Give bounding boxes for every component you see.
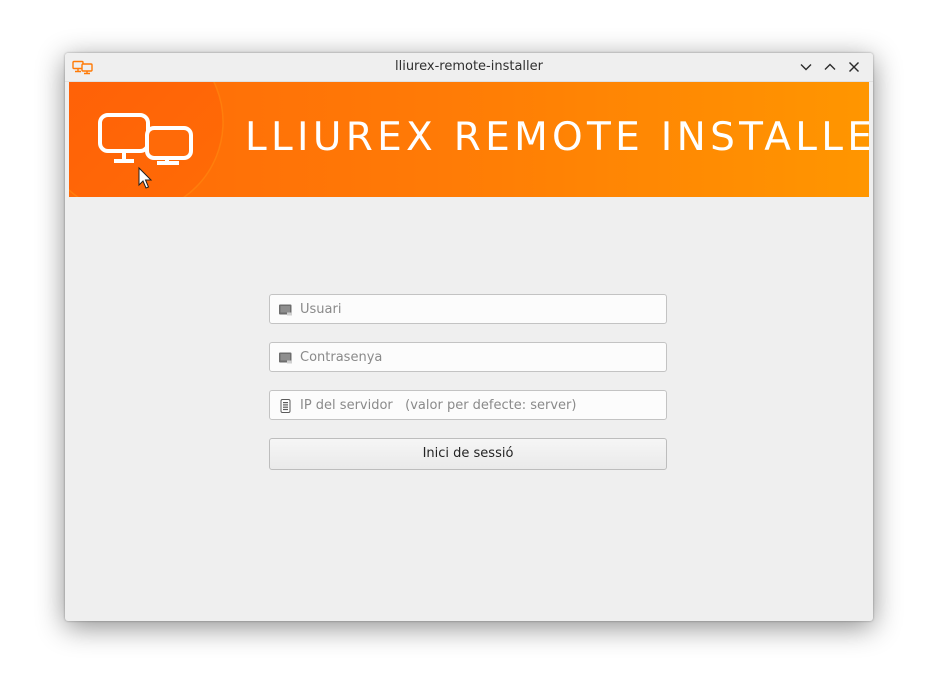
password-field[interactable]	[269, 342, 667, 372]
username-field[interactable]	[269, 294, 667, 324]
header-banner: LLIUREX REMOTE INSTALLER	[69, 82, 869, 197]
close-button[interactable]	[845, 58, 863, 76]
app-window: lliurex-remote-installer LLIUREX REMOTE …	[65, 53, 873, 621]
maximize-button[interactable]	[821, 58, 839, 76]
server-ip-field[interactable]	[269, 390, 667, 420]
server-ip-input[interactable]	[300, 391, 660, 419]
password-input[interactable]	[300, 343, 660, 371]
minimize-button[interactable]	[797, 58, 815, 76]
username-input[interactable]	[300, 295, 660, 323]
banner-title: LLIUREX REMOTE INSTALLER	[245, 115, 869, 160]
titlebar[interactable]: lliurex-remote-installer	[65, 53, 873, 82]
user-card-icon	[279, 304, 292, 316]
desktop: lliurex-remote-installer LLIUREX REMOTE …	[0, 0, 938, 698]
chevron-up-icon	[824, 63, 836, 70]
login-button[interactable]: Inici de sessió	[269, 438, 667, 470]
close-icon	[849, 62, 859, 72]
server-icon	[280, 399, 291, 413]
chevron-down-icon	[800, 64, 812, 71]
password-card-icon	[279, 352, 292, 364]
window-title: lliurex-remote-installer	[394, 59, 543, 74]
